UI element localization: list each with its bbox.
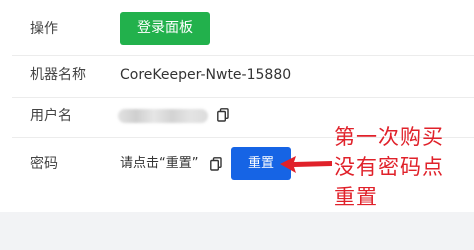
password-label: 密码	[30, 156, 58, 172]
copy-icon[interactable]	[210, 157, 222, 171]
row-divider	[12, 97, 474, 98]
annotation-line: 没有密码点	[334, 155, 444, 179]
row-divider	[12, 55, 474, 56]
arrow-icon	[280, 156, 332, 173]
username-value-blurred	[118, 109, 208, 123]
annotation-note: 第一次购买 没有密码点 重置	[334, 122, 466, 212]
username-label: 用户名	[30, 108, 72, 124]
login-panel-button[interactable]: 登录面板	[120, 12, 210, 45]
machine-name-value: CoreKeeper-Nwte-15880	[120, 67, 292, 83]
annotation-line: 第一次购买	[334, 125, 444, 149]
annotation-line: 重置	[334, 185, 378, 209]
machine-name-label: 机器名称	[30, 67, 86, 83]
copy-icon[interactable]	[217, 108, 229, 122]
instance-info-card: 操作 登录面板 机器名称 CoreKeeper-Nwte-15880 用户名 密…	[0, 0, 474, 212]
operation-label: 操作	[30, 21, 58, 37]
password-hint: 请点击“重置”	[120, 156, 199, 171]
